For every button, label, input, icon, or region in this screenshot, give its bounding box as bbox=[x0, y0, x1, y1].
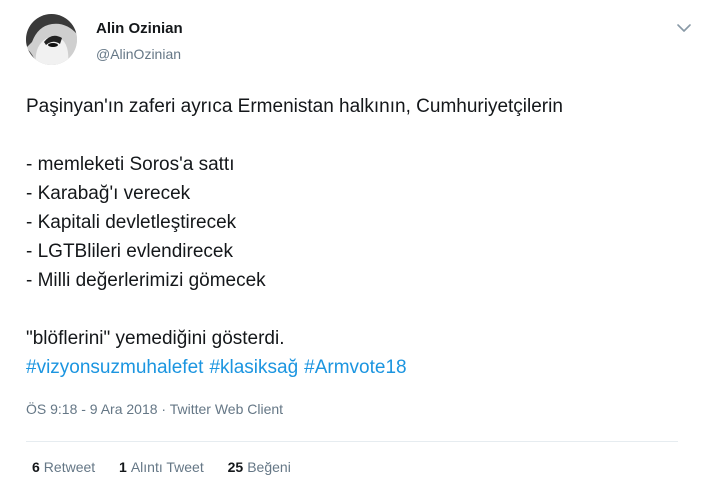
chevron-down-icon[interactable] bbox=[674, 20, 694, 36]
hashtag-link[interactable]: #Armvote18 bbox=[304, 357, 406, 378]
author-name[interactable]: Alin Ozinian bbox=[96, 20, 183, 37]
profile-photo bbox=[26, 14, 77, 65]
avatar[interactable] bbox=[26, 14, 77, 65]
tweet-text: Paşinyan'ın zaferi ayrıca Ermenistan hal… bbox=[26, 92, 686, 382]
hashtag-row: #vizyonsuzmuhalefet #klasiksağ #Armvote18 bbox=[26, 353, 686, 382]
hashtag-link[interactable]: #vizyonsuzmuhalefet bbox=[26, 357, 203, 378]
retweet-count: 6 bbox=[32, 459, 40, 475]
hashtag-link[interactable]: #klasiksağ bbox=[209, 357, 298, 378]
tweet-line: "blöflerini" yemediğini gösterdi. bbox=[26, 328, 285, 349]
tweet-line: - LGTBlileri evlendirecek bbox=[26, 241, 233, 262]
like-count: 25 bbox=[227, 459, 244, 475]
tweet-line: - Milli değerlerimizi gömecek bbox=[26, 270, 266, 291]
tweet-line: - Kapitali devletleştirecek bbox=[26, 212, 237, 233]
quote-stat[interactable]: 1 Alıntı Tweet bbox=[119, 459, 204, 475]
tweet-line: Paşinyan'ın zaferi ayrıca Ermenistan hal… bbox=[26, 96, 563, 117]
retweet-stat[interactable]: 6 Retweet bbox=[32, 459, 95, 475]
quote-label: Alıntı Tweet bbox=[130, 459, 204, 475]
like-stat[interactable]: 25 Beğeni bbox=[228, 459, 291, 475]
author-handle[interactable]: @AlinOzinian bbox=[96, 46, 181, 62]
tweet-line: - Karabağ'ı verecek bbox=[26, 183, 191, 204]
tweet-line: - memleketi Soros'a sattı bbox=[26, 154, 235, 175]
like-label: Beğeni bbox=[247, 459, 291, 475]
tweet-stats: 6 Retweet 1 Alıntı Tweet 25 Beğeni bbox=[32, 459, 311, 475]
retweet-label: Retweet bbox=[43, 459, 96, 475]
tweet-timestamp[interactable]: ÖS 9:18 - 9 Ara 2018 · Twitter Web Clien… bbox=[26, 401, 283, 417]
divider bbox=[26, 441, 678, 442]
quote-count: 1 bbox=[119, 459, 127, 475]
